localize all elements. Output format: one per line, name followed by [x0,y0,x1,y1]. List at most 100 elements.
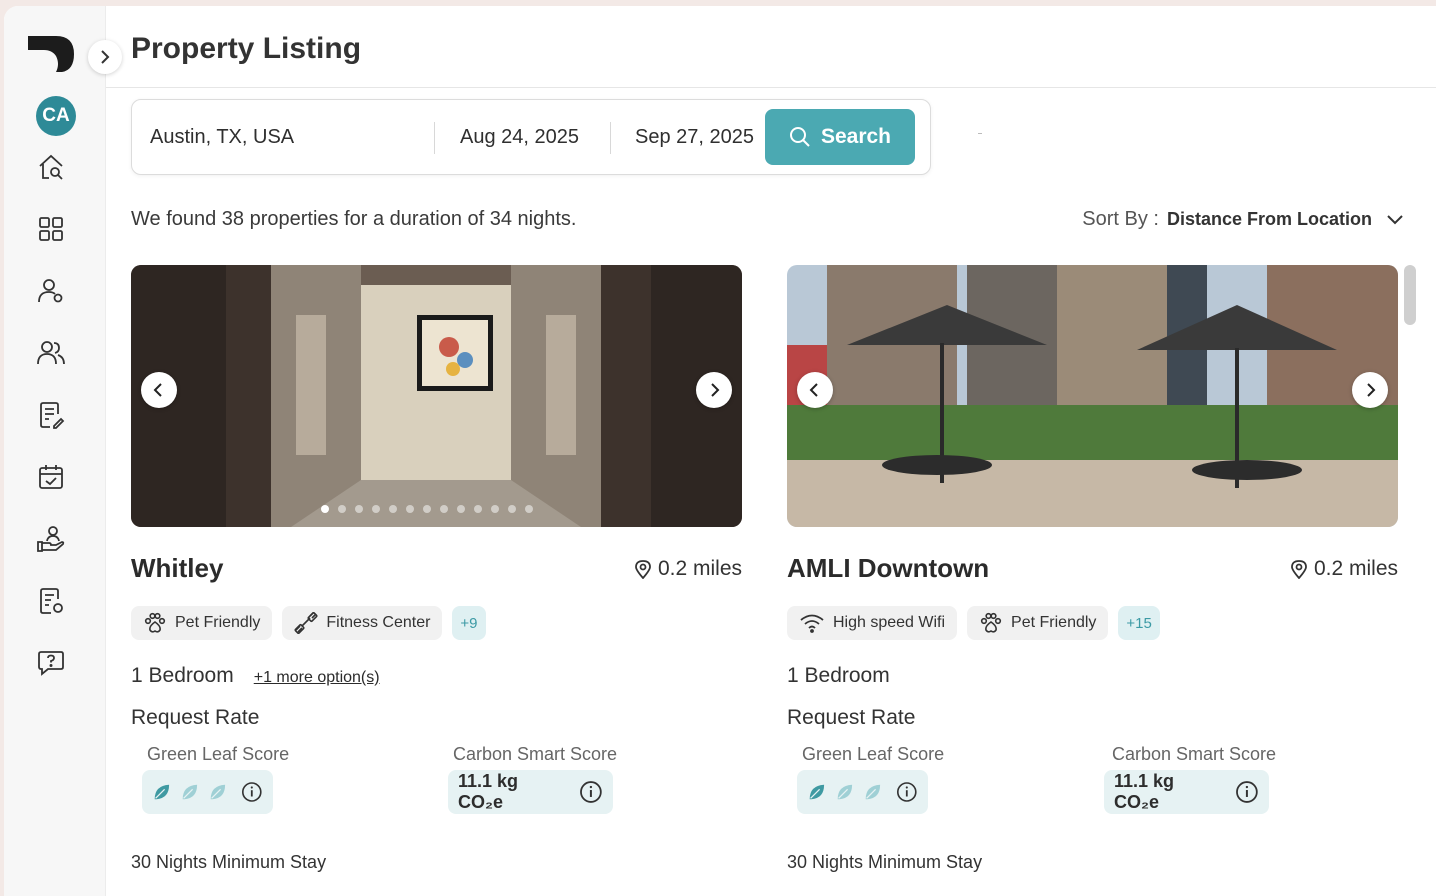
bedroom-label: 1 Bedroom [131,664,234,687]
nav-document-edit-icon[interactable] [34,398,68,432]
minimum-stay: 30 Nights Minimum Stay [787,852,983,872]
carbon-smart-score: 11.1 kg CO₂e [448,770,613,814]
sidebar-toggle-button[interactable] [88,40,122,74]
carousel-dot[interactable] [525,505,533,513]
more-options-link[interactable]: +1 more option(s) [254,669,380,687]
property-card[interactable]: Whitley 0.2 miles Pet Friendly Fitness C… [131,265,742,896]
sort-value: Distance From Location [1166,209,1372,229]
carbon-value: 11.1 kg CO₂e [1114,771,1175,812]
info-icon[interactable] [579,780,603,804]
avatar[interactable]: CA [36,96,76,136]
paw-icon [144,612,166,633]
prev-image-button[interactable] [141,372,177,408]
amenity-chips: Pet Friendly Fitness Center +9 [131,606,486,640]
sort-label: Sort By : [1082,208,1159,230]
amenity-chip: High speed Wifi [787,606,958,640]
dumbbell-icon [294,612,318,634]
nav-users-icon[interactable] [34,336,68,370]
nav-hand-user-icon[interactable] [34,522,68,556]
avatar-initials: CA [42,105,70,126]
carousel-dots [321,505,533,513]
nav-document-settings-icon[interactable] [34,584,68,618]
carbon-smart-score-label: Carbon Smart Score [453,744,618,764]
nav-dashboard-grid-icon[interactable] [34,212,68,246]
carousel-dot[interactable] [491,505,499,513]
brand-logo[interactable] [26,30,76,74]
scrollbar-thumb[interactable] [1404,265,1416,325]
next-image-button[interactable] [1352,372,1388,408]
prev-image-button[interactable] [797,372,833,408]
chevron-left-icon [153,383,162,397]
divider [434,122,435,154]
location-pin-icon [635,560,651,579]
leaf-empty-icon [837,784,852,800]
sort-dropdown[interactable]: Sort By : Distance From Location [1082,208,1404,231]
carbon-smart-score-label: Carbon Smart Score [1112,744,1277,764]
carbon-smart-score: 11.1 kg CO₂e [1104,770,1269,814]
bedroom-label: 1 Bedroom [787,664,890,687]
carousel-dot[interactable] [338,505,346,513]
property-name[interactable]: Whitley [131,553,223,584]
check-out-date[interactable]: Sep 27, 2025 [635,100,765,174]
sidebar: CA [4,6,106,896]
header-divider [106,87,1436,88]
location-input[interactable]: Austin, TX, USA [150,100,430,174]
leaf-filled-icon [809,784,825,800]
green-leaf-score [797,770,928,814]
carousel-dot[interactable] [440,505,448,513]
green-leaf-score-label: Green Leaf Score [147,744,290,764]
amenity-chip: Pet Friendly [967,606,1109,640]
page-title: Property Listing [131,32,362,65]
location-pin-icon [1291,560,1307,579]
info-icon[interactable] [896,780,918,804]
carousel-dot[interactable] [457,505,465,513]
nav-chat-help-icon[interactable] [34,646,68,680]
carousel-dot[interactable] [389,505,397,513]
carousel-dot[interactable] [372,505,380,513]
carbon-value: 11.1 kg CO₂e [458,771,519,812]
search-button-label: Search [820,125,892,148]
leaf-empty-icon [865,784,880,800]
bedroom-info: 1 Bedroom [787,664,890,688]
nav-calendar-check-icon[interactable] [34,460,68,494]
more-amenities-badge[interactable]: +15 [1118,606,1160,640]
main-content: Property Listing Austin, TX, USA Aug 24,… [106,6,1436,896]
property-name[interactable]: AMLI Downtown [787,553,989,584]
carousel-dot[interactable] [474,505,482,513]
divider [610,122,611,154]
more-amenities-badge[interactable]: +9 [452,606,486,640]
info-icon[interactable] [1235,780,1259,804]
property-image-hallway[interactable] [131,265,742,527]
info-icon[interactable] [241,780,263,804]
green-leaf-score-label: Green Leaf Score [802,744,945,764]
carousel-dot[interactable] [355,505,363,513]
next-image-button[interactable] [696,372,732,408]
distance-text: 0.2 miles [1313,557,1398,580]
property-image-patio[interactable] [787,265,1398,527]
carousel-dot[interactable] [423,505,431,513]
carousel-dot[interactable] [508,505,516,513]
nav-user-settings-icon[interactable] [34,274,68,308]
divider [978,133,982,134]
carousel-dot[interactable] [406,505,414,513]
nav-home-search-icon[interactable] [34,150,68,184]
chevron-right-icon [101,50,110,64]
carousel-dot[interactable] [321,505,329,513]
property-distance: 0.2 miles [634,557,742,581]
minimum-stay: 30 Nights Minimum Stay [131,852,327,872]
amenity-label: High speed Wifi [833,614,946,631]
search-button[interactable]: Search [765,109,915,165]
chevron-left-icon [809,383,818,397]
check-in-date[interactable]: Aug 24, 2025 [460,100,610,174]
chevron-right-icon [1367,383,1376,397]
amenity-label: Fitness Center [326,614,431,631]
amenity-chips: High speed Wifi Pet Friendly +15 [787,606,1160,640]
property-card[interactable]: AMLI Downtown 0.2 miles High speed Wifi … [787,265,1398,896]
amenity-label: Pet Friendly [1011,614,1097,631]
amenity-label: Pet Friendly [175,614,261,631]
leaf-empty-icon [210,784,225,800]
request-rate-label: Request Rate [131,706,260,729]
chevron-right-icon [711,383,720,397]
green-leaf-score [142,770,273,814]
amenity-chip: Pet Friendly [131,606,273,640]
